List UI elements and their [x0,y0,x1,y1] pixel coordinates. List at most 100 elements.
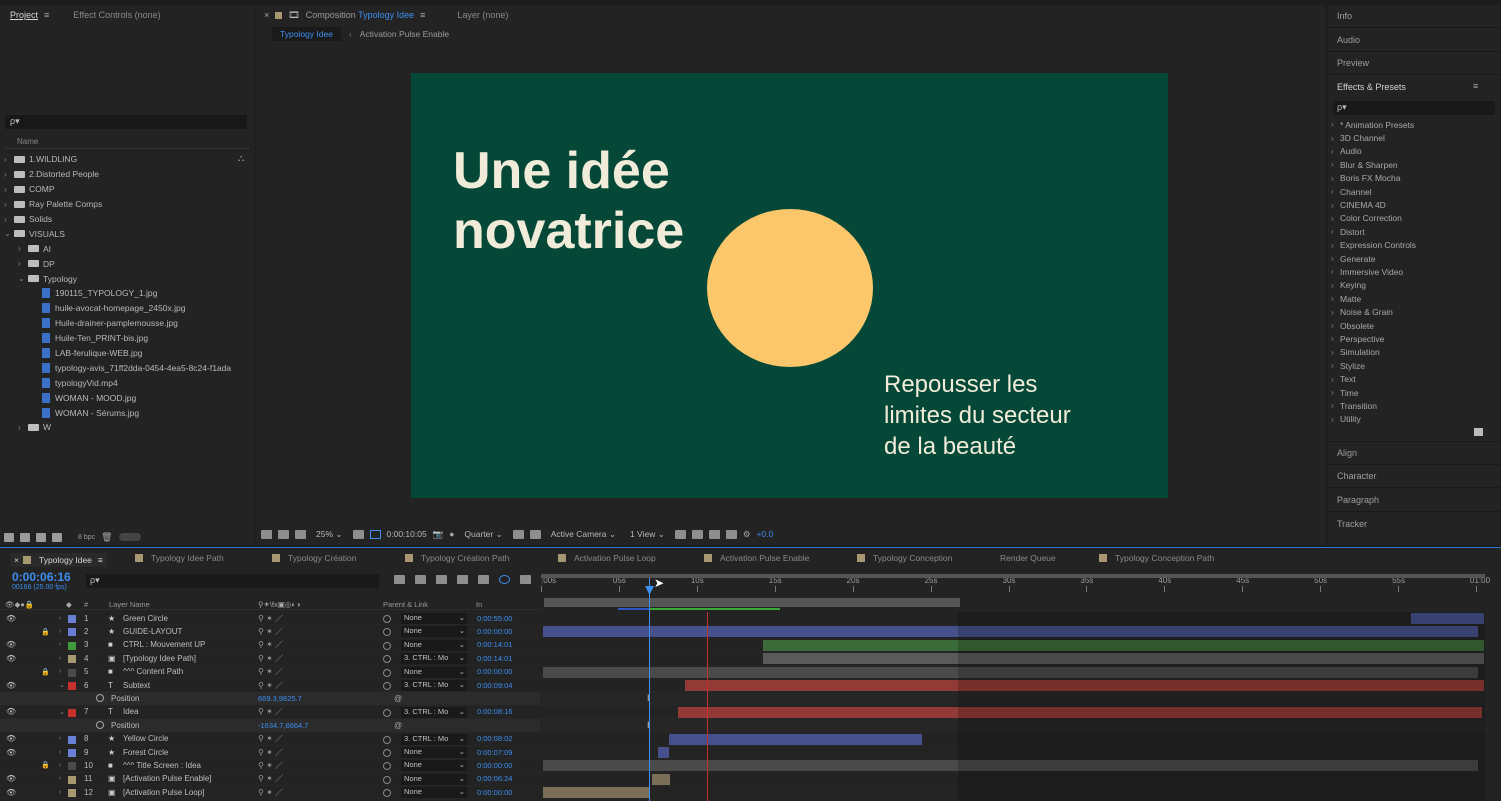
effects-search-input[interactable]: ρ▾ [1333,101,1495,115]
interpret-footage-icon[interactable] [4,532,14,542]
label-color-swatch[interactable] [68,681,76,690]
project-item[interactable]: 190115_TYPOLOGY_1.jpg [0,286,255,301]
chevron-right-icon[interactable]: › [59,762,61,769]
project-item[interactable]: › Ray Palette Comps [0,197,255,212]
chevron-right-icon[interactable]: › [59,655,61,662]
project-item[interactable]: › DP [0,256,255,271]
timeline-tab[interactable]: × Typology Idee ≡ [10,553,107,567]
in-point[interactable]: 0:00:07:09 [477,748,512,757]
parent-dropdown[interactable]: None ⌄ [401,746,467,758]
color-icon[interactable]: ● [449,529,454,539]
effect-category[interactable]: › Stylize [1331,359,1497,372]
toggle-pixel-icon[interactable] [674,529,686,539]
lock-icon[interactable]: 🔒 [41,628,50,636]
label-color-swatch[interactable] [68,748,76,757]
pick-whip-icon[interactable] [383,681,391,690]
parent-dropdown[interactable]: 3. CTRL : Mo ⌄ [401,653,467,665]
layer-name[interactable]: [Activation Pulse Enable] [123,774,212,783]
eye-icon[interactable]: 👁 [6,707,16,716]
layer-row[interactable]: 👁 › 8 ★ Yellow Circle ⚲ ✶ ／ 3. CTRL : Mo ⌄ 0:00:… [0,733,540,746]
eye-icon[interactable]: 👁 [6,748,16,757]
layer-name[interactable]: Idea [123,707,139,716]
layer-name[interactable]: Yellow Circle [123,734,169,743]
layer-name[interactable]: CTRL : Mouvement UP [123,640,205,649]
chevron-right-icon[interactable]: › [59,641,61,648]
panel-menu-icon[interactable]: ≡ [98,555,103,565]
effect-category[interactable]: › Expression Controls [1331,239,1497,252]
chevron-right-icon[interactable]: › [18,259,28,268]
curve-editor-icon[interactable] [520,575,531,584]
layer-name[interactable]: [Typology Idee Path] [123,654,196,663]
zoom-dropdown[interactable]: 25% ⌄ [312,529,347,540]
region-icon[interactable] [369,529,381,539]
pick-whip-icon[interactable] [383,775,391,784]
audio-panel-tab[interactable]: Audio [1337,35,1360,45]
project-scrollbar[interactable] [118,533,141,541]
view-layout-dropdown[interactable]: 1 View ⌄ [626,529,669,540]
parent-dropdown[interactable]: None ⌄ [401,613,467,624]
layer-switches[interactable]: ⚲ ✶ ／ [258,626,283,637]
label-color-swatch[interactable] [68,641,76,650]
adjust-project-icon[interactable] [52,532,62,542]
pick-whip-icon[interactable] [383,708,391,717]
label-color-swatch[interactable] [68,789,76,798]
project-search-input[interactable]: ρ▾ [5,115,247,129]
layer-row[interactable]: 👁 › 11 ▣ [Activation Pulse Enable] ⚲ ✶ ／ None ⌄… [0,773,540,787]
project-item[interactable]: LAB-ferulique-WEB.jpg [0,346,255,361]
effect-category[interactable]: › Blur & Sharpen [1331,158,1497,171]
tab-effect-controls[interactable]: Effect Controls (none) [63,10,170,20]
close-icon[interactable]: × [264,10,269,20]
label-color-swatch[interactable] [68,668,76,677]
parent-dropdown[interactable]: None ⌄ [401,787,467,799]
layer-name[interactable]: ^^^ Content Path [123,667,183,676]
lock-icon[interactable] [275,11,283,19]
roi-icon[interactable] [512,529,524,539]
timeline-current-time[interactable]: 0:00:06:16 [12,570,71,584]
chevron-right-icon[interactable]: › [4,200,14,209]
current-time[interactable]: 0:00:10:05 [387,529,427,539]
parent-column[interactable]: Parent & Link [383,600,428,609]
chevron-right-icon[interactable]: › [4,155,14,164]
bpc-label[interactable]: 8 bpc [78,534,95,541]
label-color-swatch[interactable] [68,615,76,623]
project-item[interactable]: typology-avis_71ff2dda-0454-4ea5-8c24-f1… [0,360,255,375]
parent-dropdown[interactable]: None ⌄ [401,666,467,678]
property-value[interactable]: -1634.7,8664.7 [258,721,308,730]
paragraph-panel-tab[interactable]: Paragraph [1337,495,1379,505]
new-folder-icon[interactable] [20,532,30,542]
pick-whip-icon[interactable] [383,748,391,757]
effect-category[interactable]: › Boris FX Mocha [1331,172,1497,185]
composition-canvas[interactable]: Une idée novatrice Repousser les limites… [411,73,1168,498]
eye-icon[interactable]: 👁 [6,788,16,797]
layer-name[interactable]: Subtext [123,681,150,690]
layer-switches[interactable]: ⚲ ✶ ／ [258,760,283,771]
camera-dropdown[interactable]: Active Camera ⌄ [547,529,620,540]
chevron-right-icon[interactable]: › [59,668,61,675]
layer-switches[interactable]: ⚲ ✶ ／ [258,666,283,677]
tab-layer[interactable]: Layer (none) [457,10,508,20]
eye-icon[interactable]: 👁 [6,640,16,649]
effect-category[interactable]: › Audio [1331,145,1497,158]
chevron-down-icon[interactable]: ⌄ [59,708,65,716]
timeline-tab[interactable]: Typology Création Path [405,553,509,563]
effect-category[interactable]: › Time [1331,386,1497,399]
resolution-dropdown[interactable]: Quarter ⌄ [460,529,506,540]
layer-name-column[interactable]: Layer Name [109,600,150,609]
in-point[interactable]: 0:00:00:00 [477,761,512,770]
in-point[interactable]: 0:00:08:16 [477,707,512,716]
camera-icon[interactable]: 📷 [433,529,444,540]
eye-icon[interactable]: 👁 [6,654,16,663]
in-point[interactable]: 0:00:14:01 [477,640,512,649]
chevron-down-icon[interactable]: ⌄ [18,274,28,283]
chevron-down-icon[interactable]: ⌄ [59,681,65,689]
layer-name[interactable]: GUIDE-LAYOUT [123,627,182,636]
effect-category[interactable]: › 3D Channel [1331,131,1497,144]
layer-switches[interactable]: ⚲ ✶ ／ [258,680,283,691]
layer-row[interactable]: 👁 › 4 ▣ [Typology Idee Path] ⚲ ✶ ／ 3. CTRL : M… [0,652,540,666]
pick-whip-icon[interactable] [383,668,391,677]
work-area-bar[interactable] [544,598,960,607]
layer-row[interactable]: 👁 ⌄ 7 T Idea ⚲ ✶ ／ 3. CTRL : Mo ⌄ 0:00:08:16 [0,706,540,720]
playhead[interactable] [649,578,650,801]
parent-dropdown[interactable]: None ⌄ [401,626,467,638]
chevron-right-icon[interactable]: › [59,775,61,782]
